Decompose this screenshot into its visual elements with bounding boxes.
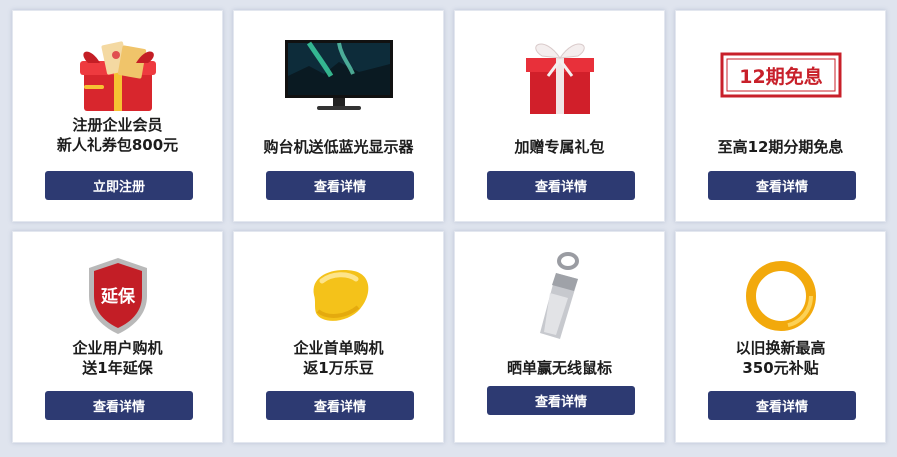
promo-grid: 注册企业会员 新人礼券包800元 立即注册 购台机送低蓝光显示器 查看详情 加赠… bbox=[0, 0, 897, 457]
gift-box-icon bbox=[455, 29, 664, 121]
gold-ring-icon bbox=[676, 250, 885, 342]
promo-title: 晒单赢无线鼠标 bbox=[506, 359, 612, 377]
svg-text:12期免息: 12期免息 bbox=[739, 65, 822, 88]
view-details-button[interactable]: 查看详情 bbox=[708, 171, 856, 200]
usb-drive-icon bbox=[455, 250, 664, 342]
promo-title: 加赠专属礼包 bbox=[514, 138, 605, 156]
view-details-button[interactable]: 查看详情 bbox=[487, 386, 635, 415]
promo-title: 企业用户购机 送1年延保 bbox=[72, 339, 163, 377]
bean-icon bbox=[234, 250, 443, 342]
register-now-button[interactable]: 立即注册 bbox=[45, 171, 193, 200]
promo-title: 以旧换新最高 350元补贴 bbox=[735, 339, 826, 377]
view-details-button[interactable]: 查看详情 bbox=[266, 391, 414, 420]
promo-card-interest-free: 12期免息 至高12期分期免息 查看详情 bbox=[675, 10, 886, 222]
promo-card-member-coupon: 注册企业会员 新人礼券包800元 立即注册 bbox=[12, 10, 223, 222]
promo-title: 注册企业会员 新人礼券包800元 bbox=[56, 116, 179, 154]
promo-title: 购台机送低蓝光显示器 bbox=[263, 138, 414, 156]
interest-free-stamp-icon: 12期免息 bbox=[676, 29, 885, 121]
promo-card-monitor: 购台机送低蓝光显示器 查看详情 bbox=[233, 10, 444, 222]
promo-title: 至高12期分期免息 bbox=[717, 138, 844, 156]
promo-card-extended-warranty: 延保 企业用户购机 送1年延保 查看详情 bbox=[12, 231, 223, 443]
monitor-icon bbox=[234, 29, 443, 121]
svg-text:延保: 延保 bbox=[100, 286, 136, 307]
gift-coupon-icon bbox=[13, 29, 222, 121]
promo-card-share-order: 晒单赢无线鼠标 查看详情 bbox=[454, 231, 665, 443]
promo-card-trade-in: 以旧换新最高 350元补贴 查看详情 bbox=[675, 231, 886, 443]
view-details-button[interactable]: 查看详情 bbox=[266, 171, 414, 200]
view-details-button[interactable]: 查看详情 bbox=[45, 391, 193, 420]
view-details-button[interactable]: 查看详情 bbox=[487, 171, 635, 200]
promo-card-gift-pack: 加赠专属礼包 查看详情 bbox=[454, 10, 665, 222]
promo-title: 企业首单购机 返1万乐豆 bbox=[293, 339, 384, 377]
shield-icon: 延保 bbox=[13, 250, 222, 342]
promo-card-le-beans: 企业首单购机 返1万乐豆 查看详情 bbox=[233, 231, 444, 443]
view-details-button[interactable]: 查看详情 bbox=[708, 391, 856, 420]
